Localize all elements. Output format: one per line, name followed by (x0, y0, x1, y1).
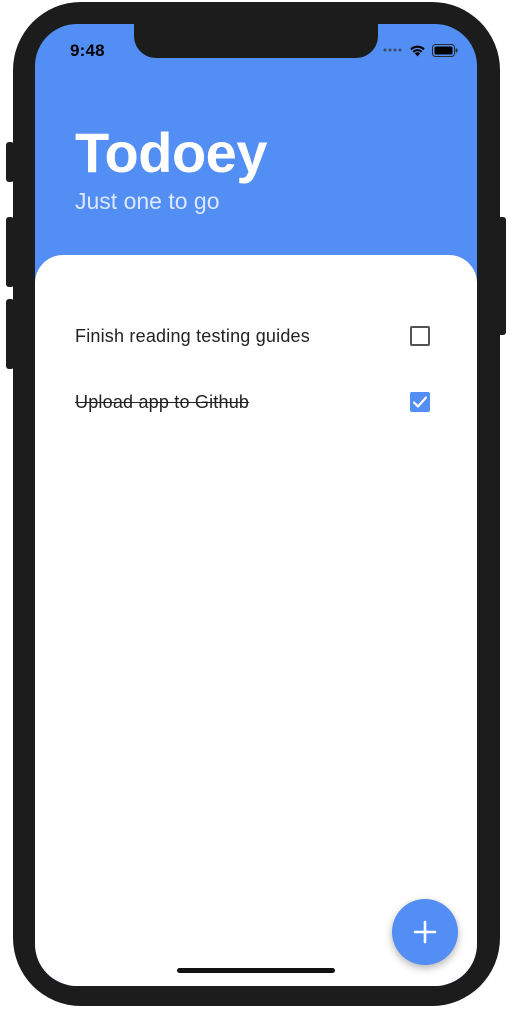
task-label: Upload app to Github (75, 391, 250, 412)
mute-switch (6, 142, 14, 182)
power-button (498, 217, 506, 335)
task-checkbox[interactable] (410, 392, 430, 412)
checkmark-icon (412, 396, 428, 408)
task-list-panel: Finish reading testing guides Upload app… (35, 255, 477, 986)
status-time: 9:48 (70, 41, 105, 60)
volume-up-button (6, 217, 14, 287)
remaining-tasks-subtitle: Just one to go (75, 188, 220, 214)
signal-dots-icon (383, 48, 402, 52)
add-task-button[interactable] (392, 899, 458, 965)
task-checkbox[interactable] (410, 326, 430, 346)
task-item[interactable]: Finish reading testing guides (75, 316, 433, 356)
app-screen: Todoey Just one to go 9:48 Finish readin… (35, 24, 477, 986)
plus-icon (413, 920, 437, 944)
status-icons (383, 43, 458, 57)
device-notch (134, 24, 378, 58)
wifi-icon (410, 45, 425, 56)
app-header: Todoey Just one to go (35, 24, 477, 274)
battery-icon (432, 43, 458, 57)
home-indicator[interactable] (177, 968, 335, 973)
app-title: Todoey (75, 121, 267, 184)
task-item[interactable]: Upload app to Github (75, 382, 433, 422)
volume-down-button (6, 299, 14, 369)
task-label: Finish reading testing guides (75, 325, 310, 346)
